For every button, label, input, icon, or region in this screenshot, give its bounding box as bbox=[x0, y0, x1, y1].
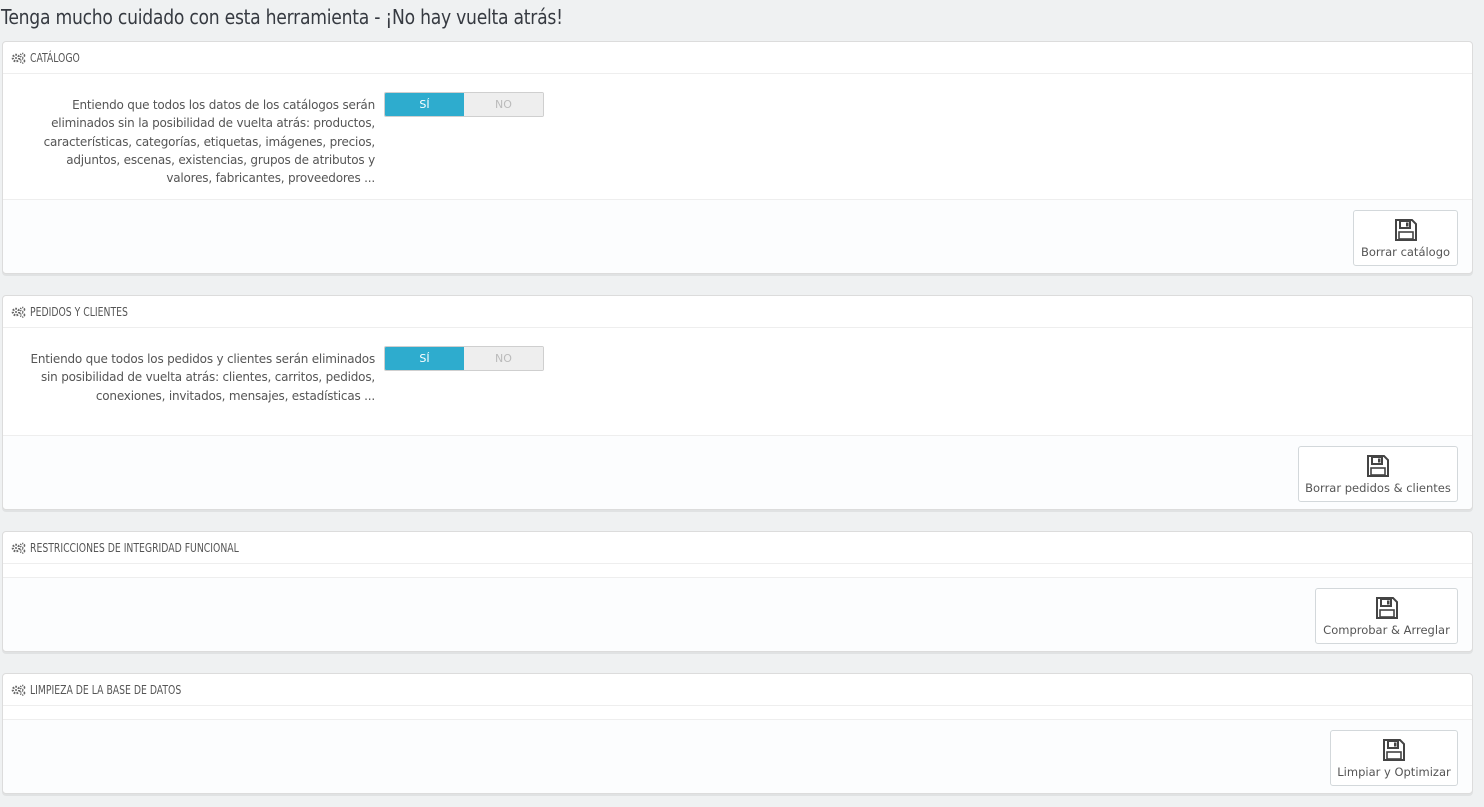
switch-yes-option[interactable]: SÍ bbox=[385, 347, 464, 370]
floppy-disk-icon bbox=[1375, 596, 1399, 620]
page-title: Tenga mucho cuidado con esta herramienta… bbox=[1, 5, 563, 29]
floppy-disk-icon bbox=[1394, 218, 1418, 242]
panel-footer: Comprobar & Arreglar bbox=[3, 577, 1472, 651]
panel-heading: PEDIDOS Y CLIENTES bbox=[3, 296, 1472, 328]
cogs-icon bbox=[11, 306, 27, 318]
switch-yes-option[interactable]: SÍ bbox=[385, 93, 464, 116]
database-cleanup-panel: LIMPIEZA DE LA BASE DE DATOS Limpiar y O… bbox=[2, 673, 1473, 794]
cogs-icon bbox=[11, 52, 27, 64]
cogs-icon bbox=[11, 684, 27, 696]
button-label: Limpiar y Optimizar bbox=[1337, 764, 1451, 779]
orders-customers-panel: PEDIDOS Y CLIENTES Entiendo que todos lo… bbox=[2, 295, 1473, 510]
panel-footer: Limpiar y Optimizar bbox=[3, 719, 1472, 793]
panel-heading: CATÁLOGO bbox=[3, 42, 1472, 74]
panel-heading-label: RESTRICCIONES DE INTEGRIDAD FUNCIONAL bbox=[30, 540, 239, 555]
button-label: Borrar catálogo bbox=[1360, 244, 1451, 259]
cogs-icon bbox=[11, 542, 27, 554]
panel-heading-label: LIMPIEZA DE LA BASE DE DATOS bbox=[30, 682, 182, 697]
integrity-constraints-panel: RESTRICCIONES DE INTEGRIDAD FUNCIONAL Co… bbox=[2, 531, 1473, 652]
panel-heading-label: PEDIDOS Y CLIENTES bbox=[30, 304, 128, 319]
panel-footer: Borrar pedidos & clientes bbox=[3, 435, 1472, 509]
button-label: Borrar pedidos & clientes bbox=[1305, 480, 1451, 495]
button-label: Comprobar & Arreglar bbox=[1323, 622, 1450, 637]
delete-catalog-button[interactable]: Borrar catálogo bbox=[1353, 210, 1458, 266]
floppy-disk-icon bbox=[1382, 738, 1406, 762]
floppy-disk-icon bbox=[1366, 454, 1390, 478]
catalog-confirm-switch[interactable]: SÍ NO bbox=[384, 92, 544, 117]
switch-no-option[interactable]: NO bbox=[464, 93, 543, 116]
catalog-panel: CATÁLOGO Entiendo que todos los datos de… bbox=[2, 41, 1473, 274]
orders-confirm-switch[interactable]: SÍ NO bbox=[384, 346, 544, 371]
switch-no-option[interactable]: NO bbox=[464, 347, 543, 370]
orders-confirm-label: Entiendo que todos los pedidos y cliente… bbox=[30, 352, 375, 403]
panel-heading: LIMPIEZA DE LA BASE DE DATOS bbox=[3, 674, 1472, 706]
panel-heading: RESTRICCIONES DE INTEGRIDAD FUNCIONAL bbox=[3, 532, 1472, 564]
panel-footer: Borrar catálogo bbox=[3, 199, 1472, 273]
panel-heading-label: CATÁLOGO bbox=[30, 50, 80, 65]
check-fix-button[interactable]: Comprobar & Arreglar bbox=[1315, 588, 1458, 644]
clean-optimize-button[interactable]: Limpiar y Optimizar bbox=[1330, 730, 1458, 786]
catalog-confirm-label: Entiendo que todos los datos de los catá… bbox=[43, 98, 376, 186]
delete-orders-customers-button[interactable]: Borrar pedidos & clientes bbox=[1298, 446, 1458, 502]
